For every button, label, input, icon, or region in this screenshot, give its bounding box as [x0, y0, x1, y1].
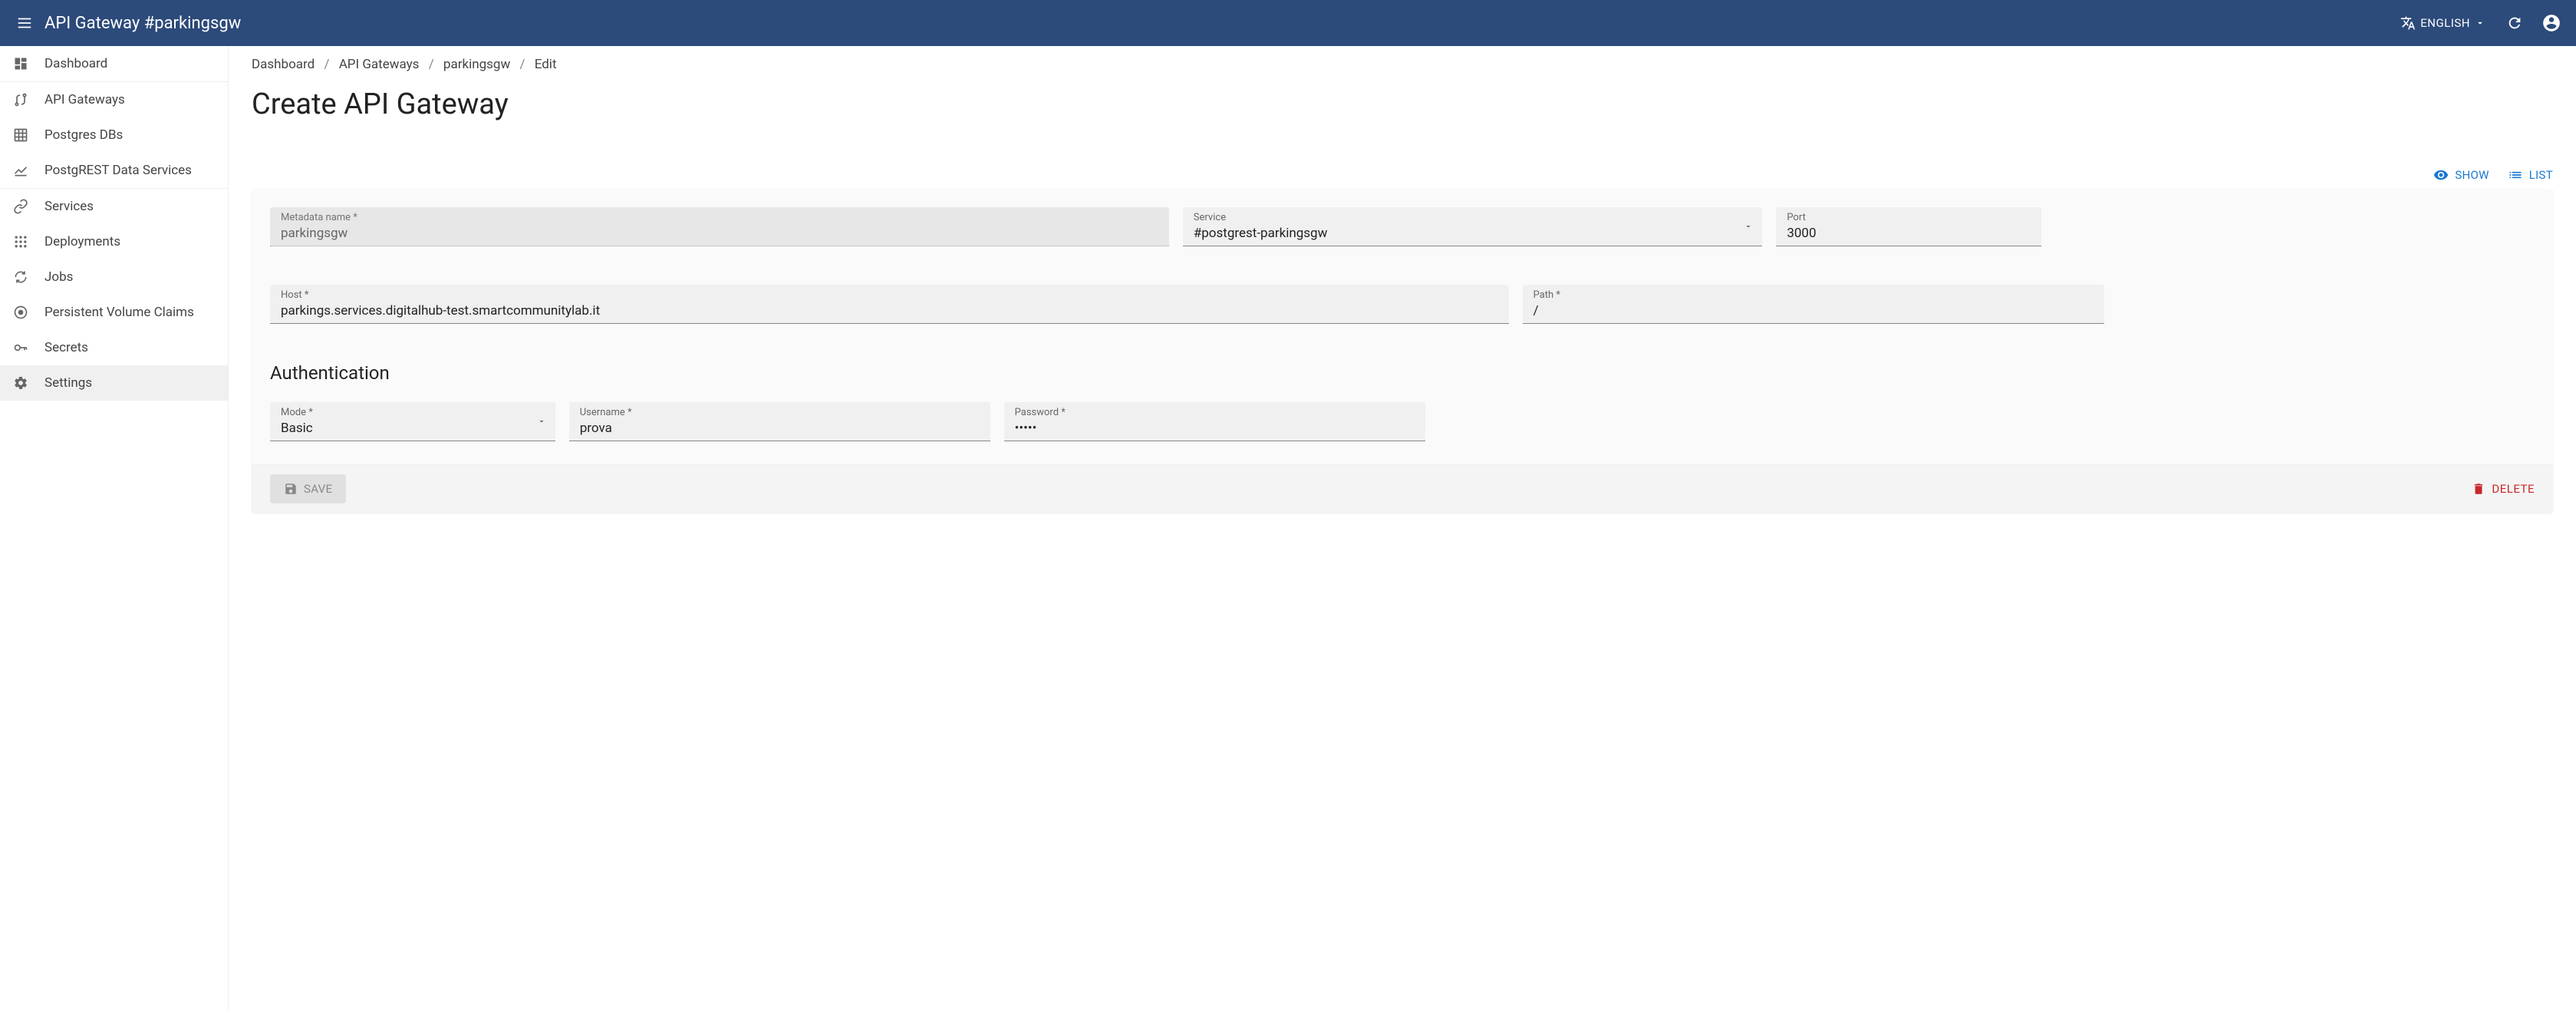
- auth-section-heading: Authentication: [270, 362, 2535, 384]
- breadcrumb-link[interactable]: API Gateways: [339, 57, 420, 72]
- sidebar-item-dashboard[interactable]: Dashboard: [0, 46, 228, 81]
- breadcrumb-separator: /: [324, 57, 329, 72]
- sidebar-item-label: Deployments: [44, 234, 120, 249]
- form-card: Metadata name * parkingsgw Service #post…: [252, 189, 2553, 513]
- trash-icon: [2472, 482, 2485, 496]
- key-icon: [12, 339, 29, 356]
- page-actions: SHOW LIST: [229, 121, 2576, 189]
- sidebar-item-label: PostgREST Data Services: [44, 163, 192, 178]
- field-label: Metadata name *: [281, 212, 357, 223]
- field-label: Path *: [1533, 289, 1560, 301]
- host-field[interactable]: Host *: [270, 285, 1509, 324]
- delete-label: DELETE: [2492, 482, 2535, 496]
- list-button[interactable]: LIST: [2508, 167, 2553, 183]
- breadcrumb-link[interactable]: parkingsgw: [443, 57, 510, 72]
- field-label: Port: [1787, 212, 1806, 223]
- field-value: parkingsgw: [281, 226, 348, 241]
- port-field[interactable]: Port: [1776, 207, 2041, 246]
- apps-icon: [12, 233, 29, 250]
- field-value: #postgrest-parkingsgw: [1194, 226, 1328, 241]
- sidebar: Dashboard API Gateways Postgres DBs Post…: [0, 46, 229, 1010]
- dashboard-icon: [12, 55, 29, 72]
- app-header: API Gateway #parkingsgw ENGLISH: [0, 0, 2576, 46]
- page-title: Create API Gateway: [229, 75, 2576, 121]
- sidebar-item-jobs[interactable]: Jobs: [0, 259, 228, 295]
- header-right: ENGLISH: [2393, 8, 2567, 38]
- sidebar-item-label: Settings: [44, 375, 92, 391]
- sidebar-item-deployments[interactable]: Deployments: [0, 224, 228, 259]
- translate-icon: [2400, 15, 2416, 31]
- metadata-name-field: Metadata name * parkingsgw: [270, 207, 1169, 246]
- save-label: SAVE: [304, 482, 332, 496]
- path-input[interactable]: [1533, 303, 2094, 319]
- sidebar-item-services[interactable]: Services: [0, 189, 228, 224]
- save-icon: [284, 482, 298, 496]
- sidebar-item-api-gateways[interactable]: API Gateways: [0, 82, 228, 117]
- sidebar-item-label: Jobs: [44, 269, 73, 285]
- save-button[interactable]: SAVE: [270, 474, 346, 503]
- sidebar-item-label: Services: [44, 199, 94, 214]
- path-field[interactable]: Path *: [1523, 285, 2105, 324]
- field-label: Mode *: [281, 407, 313, 418]
- field-label: Host *: [281, 289, 308, 301]
- dropdown-arrow-icon: [1744, 222, 1753, 231]
- sidebar-item-label: Secrets: [44, 340, 88, 355]
- field-label: Service: [1194, 212, 1226, 223]
- list-icon: [2508, 167, 2523, 183]
- username-field[interactable]: Username *: [569, 402, 990, 441]
- password-input[interactable]: [1015, 421, 1415, 436]
- sidebar-item-label: Dashboard: [44, 56, 107, 71]
- hamburger-icon: [16, 15, 33, 31]
- breadcrumb-separator: /: [519, 57, 525, 72]
- grid-icon: [12, 127, 29, 144]
- disc-icon: [12, 304, 29, 321]
- sidebar-item-postgrest-data-services[interactable]: PostgREST Data Services: [0, 153, 228, 188]
- breadcrumb-separator: /: [429, 57, 434, 72]
- link-icon: [12, 198, 29, 215]
- header-title: API Gateway #parkingsgw: [44, 14, 2393, 33]
- breadcrumb-link[interactable]: Dashboard: [252, 57, 315, 72]
- sidebar-item-settings[interactable]: Settings: [0, 365, 228, 401]
- service-field[interactable]: Service #postgrest-parkingsgw: [1183, 207, 1763, 246]
- account-icon: [2541, 13, 2561, 33]
- sidebar-item-label: API Gateways: [44, 92, 125, 107]
- trend-icon: [12, 162, 29, 179]
- sidebar-item-label: Postgres DBs: [44, 127, 123, 143]
- chevron-down-icon: [2475, 18, 2485, 28]
- delete-button[interactable]: DELETE: [2472, 482, 2535, 496]
- account-button[interactable]: [2536, 8, 2567, 38]
- username-input[interactable]: [580, 421, 980, 436]
- main-content: Dashboard / API Gateways / parkingsgw / …: [229, 46, 2576, 1010]
- show-button[interactable]: SHOW: [2433, 167, 2489, 183]
- breadcrumb: Dashboard / API Gateways / parkingsgw / …: [229, 57, 2576, 75]
- host-input[interactable]: [281, 303, 1498, 319]
- list-label: LIST: [2529, 168, 2553, 182]
- breadcrumb-current: Edit: [535, 57, 557, 72]
- gear-icon: [12, 375, 29, 391]
- language-label: ENGLISH: [2420, 16, 2470, 30]
- show-label: SHOW: [2455, 168, 2489, 182]
- refresh-button[interactable]: [2499, 8, 2530, 38]
- sidebar-item-persistent-volume-claims[interactable]: Persistent Volume Claims: [0, 295, 228, 330]
- eye-icon: [2433, 167, 2449, 183]
- field-label: Password *: [1015, 407, 1066, 418]
- field-label: Username *: [580, 407, 632, 418]
- language-selector[interactable]: ENGLISH: [2393, 11, 2493, 35]
- sync-icon: [12, 269, 29, 286]
- password-field[interactable]: Password *: [1004, 402, 1425, 441]
- sidebar-item-secrets[interactable]: Secrets: [0, 330, 228, 365]
- sidebar-item-label: Persistent Volume Claims: [44, 305, 194, 320]
- mode-field[interactable]: Mode * Basic: [270, 402, 555, 441]
- route-icon: [12, 91, 29, 108]
- form-footer: SAVE DELETE: [252, 464, 2553, 513]
- port-input[interactable]: [1787, 226, 2030, 241]
- hamburger-menu-button[interactable]: [9, 8, 40, 38]
- refresh-icon: [2506, 15, 2523, 31]
- field-value: Basic: [281, 421, 313, 436]
- dropdown-arrow-icon: [537, 417, 546, 426]
- sidebar-item-postgres-dbs[interactable]: Postgres DBs: [0, 117, 228, 153]
